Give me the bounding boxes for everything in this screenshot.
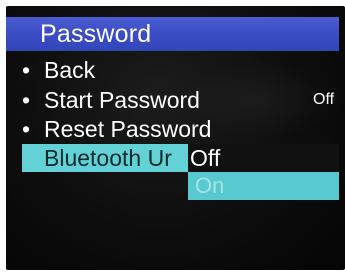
bullet-icon: • bbox=[22, 116, 31, 142]
option-on[interactable]: On bbox=[188, 172, 339, 200]
menu-item-label: Reset Password bbox=[44, 116, 212, 142]
menu-item-bluetooth-unlock[interactable]: Bluetooth Ur bbox=[44, 144, 187, 172]
bullet-icon: • bbox=[22, 57, 31, 83]
page-title: Password bbox=[40, 20, 152, 48]
menu-item-reset-password[interactable]: • Reset Password bbox=[22, 115, 211, 143]
menu-item-label: Back bbox=[44, 57, 96, 83]
menu-item-start-password[interactable]: • Start Password bbox=[22, 86, 200, 114]
menu-item-label: Start Password bbox=[44, 87, 200, 113]
menu-item-back[interactable]: • Back bbox=[22, 56, 95, 84]
start-password-value: Off bbox=[313, 91, 335, 108]
option-off[interactable]: Off bbox=[188, 144, 339, 172]
bullet-icon: • bbox=[22, 87, 31, 113]
